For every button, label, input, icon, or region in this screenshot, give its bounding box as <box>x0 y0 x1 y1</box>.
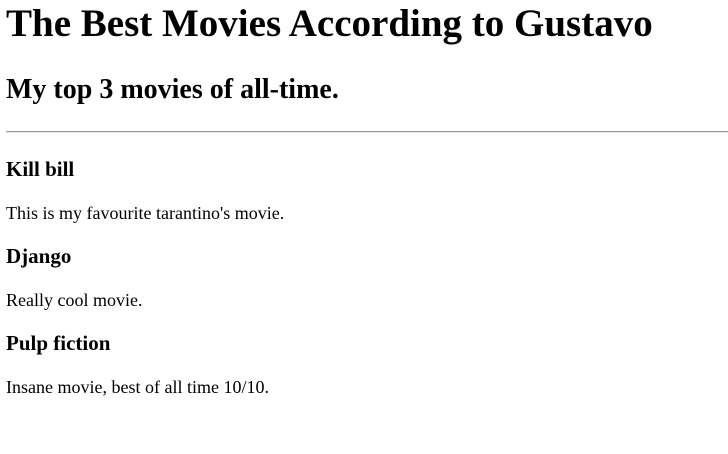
movie-description-django: Really cool movie. <box>6 290 143 310</box>
movie-title-kill-bill: Kill bill <box>6 157 75 181</box>
movie-description-pulp-fiction: Insane movie, best of all time 10/10. <box>6 377 269 397</box>
movie-title-django: Django <box>6 244 72 268</box>
movie-description-kill-bill: This is my favourite tarantino's movie. <box>6 203 285 223</box>
page-content: The Best Movies According to Gustavo My … <box>6 0 728 398</box>
page-subtitle: My top 3 movies of all-time. <box>6 74 339 105</box>
movie-list: Kill bill This is my favourite tarantino… <box>6 156 728 398</box>
page-title: The Best Movies According to Gustavo <box>6 2 653 45</box>
divider <box>6 131 728 133</box>
movie-title-pulp-fiction: Pulp fiction <box>6 331 111 355</box>
